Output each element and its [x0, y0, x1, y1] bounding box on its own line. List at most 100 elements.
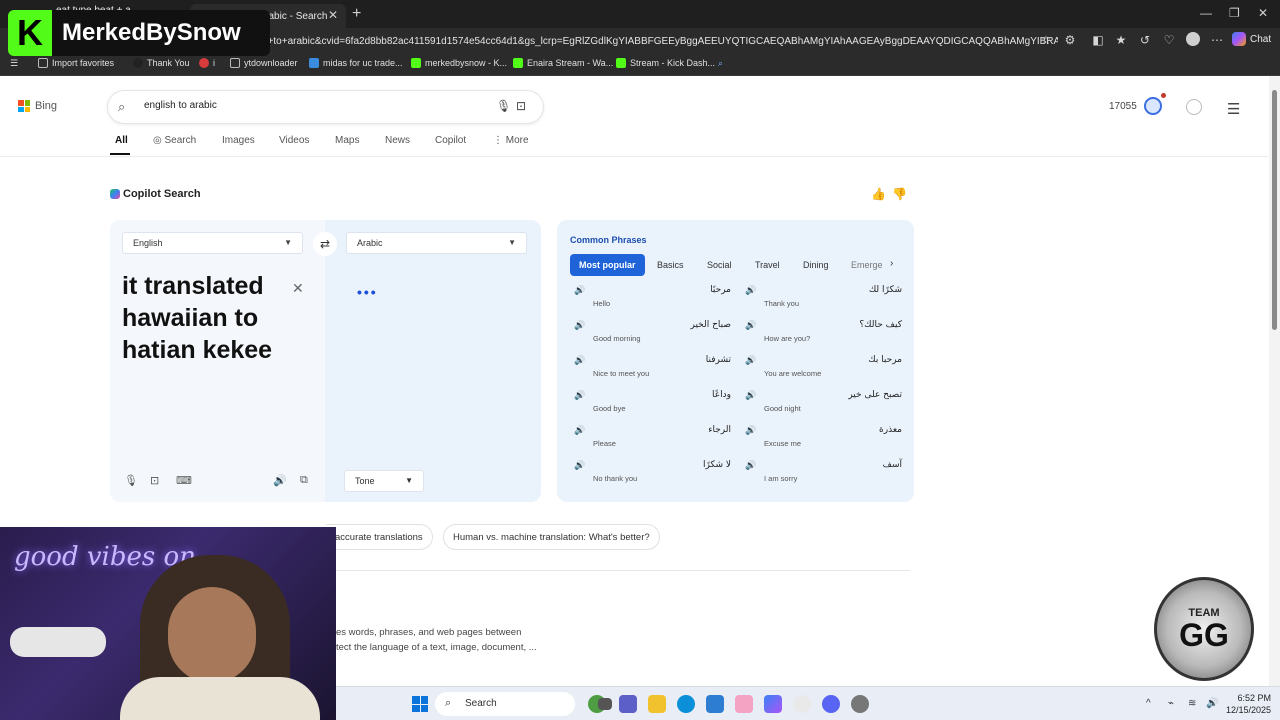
- close-tab-icon[interactable]: ✕: [328, 8, 338, 22]
- page-scrollbar[interactable]: [1269, 76, 1280, 686]
- taskbar-clock[interactable]: 6:52 PM 12/15/2025: [1226, 692, 1271, 716]
- tab-search[interactable]: ◎ Search: [153, 135, 196, 146]
- teams-icon[interactable]: [619, 695, 637, 713]
- new-tab-button[interactable]: +: [352, 5, 361, 23]
- speaker-icon[interactable]: 🔊: [574, 320, 585, 331]
- tab-copilot[interactable]: Copilot: [435, 135, 466, 146]
- tab-news[interactable]: News: [385, 135, 410, 146]
- chrome-icon[interactable]: [793, 695, 811, 713]
- split-screen-icon[interactable]: ◧: [1091, 33, 1105, 47]
- extensions-icon[interactable]: ⚙: [1063, 33, 1077, 47]
- phrase-item[interactable]: 🔊 لا شكرًا No thank you: [571, 460, 731, 494]
- phrase-item[interactable]: 🔊 آسف I am sorry: [742, 460, 902, 494]
- phrase-item[interactable]: 🔊 تشرفنا Nice to meet you: [571, 355, 731, 389]
- speaker-icon[interactable]: 🔊: [574, 460, 585, 471]
- browser-essentials-icon[interactable]: ♡: [1162, 33, 1176, 47]
- file-explorer-icon[interactable]: [648, 695, 666, 713]
- tab-images[interactable]: Images: [222, 135, 255, 146]
- favorites-icon[interactable]: ★: [1114, 33, 1128, 47]
- phrase-tab-most-popular[interactable]: Most popular: [570, 254, 645, 276]
- phrase-item[interactable]: 🔊 وداعًا Good bye: [571, 390, 731, 424]
- copilot-chat-button[interactable]: Chat: [1232, 32, 1271, 46]
- store-icon[interactable]: [706, 695, 724, 713]
- thumbs-up-icon[interactable]: 👍: [871, 187, 886, 201]
- tab-all[interactable]: All: [115, 135, 128, 146]
- tab-more[interactable]: ⋮ More: [493, 135, 529, 146]
- favorite-ytdownloader[interactable]: ytdownloader: [230, 58, 298, 68]
- discord-icon[interactable]: [822, 695, 840, 713]
- microphone-icon[interactable]: 🎙: [124, 474, 138, 487]
- pinned-app-icon[interactable]: [735, 695, 753, 713]
- thumbs-down-icon[interactable]: 👎: [892, 187, 907, 201]
- copilot-app-icon[interactable]: [764, 695, 782, 713]
- obs-icon[interactable]: [851, 695, 869, 713]
- phrase-tab-emergency[interactable]: Emerge: [851, 254, 885, 276]
- tray-chevron-icon[interactable]: ^: [1146, 698, 1151, 709]
- speaker-icon[interactable]: 🔊: [745, 320, 756, 331]
- edge-icon[interactable]: [677, 695, 695, 713]
- rewards-medal-icon[interactable]: [1144, 97, 1162, 115]
- speaker-icon[interactable]: 🔊: [273, 474, 287, 487]
- phrase-tab-dining[interactable]: Dining: [803, 254, 829, 276]
- speaker-icon[interactable]: 🔊: [574, 390, 585, 401]
- related-chip-accurate[interactable]: accurate translations: [326, 524, 433, 550]
- phrase-item[interactable]: 🔊 صباح الخير Good morning: [571, 320, 731, 354]
- phrase-item[interactable]: 🔊 مرحبًا Hello: [571, 285, 731, 319]
- favorite-star-icon[interactable]: ☆: [1039, 33, 1053, 47]
- search-icon[interactable]: ⌕: [118, 99, 125, 115]
- related-chip-human-vs-machine[interactable]: Human vs. machine translation: What's be…: [443, 524, 660, 550]
- tab-maps[interactable]: Maps: [335, 135, 359, 146]
- start-button[interactable]: [412, 696, 428, 712]
- favorite-i[interactable]: i: [199, 58, 215, 68]
- speaker-icon[interactable]: 🔊: [745, 285, 756, 296]
- favorite-merkedbysnow[interactable]: merkedbysnow - K...: [411, 58, 507, 68]
- url-field[interactable]: h+to+arabic&cvid=6fa2d8bb82ac411591d1574…: [262, 32, 1058, 52]
- favorite-stream-kick[interactable]: Stream - Kick Dash...: [616, 58, 715, 68]
- phrase-tab-travel[interactable]: Travel: [755, 254, 780, 276]
- phrase-item[interactable]: 🔊 شكرًا لك Thank you: [742, 285, 902, 319]
- network-icon[interactable]: ⌁: [1168, 698, 1174, 709]
- favorite-thank-you[interactable]: Thank You: [133, 58, 190, 68]
- favorite-enaira[interactable]: Enaira Stream - Wa...: [513, 58, 613, 68]
- scrollbar-thumb[interactable]: [1272, 90, 1277, 330]
- speaker-icon[interactable]: 🔊: [745, 390, 756, 401]
- search-input[interactable]: english to arabic: [144, 100, 217, 111]
- swap-languages-button[interactable]: ⇄: [313, 232, 337, 256]
- source-text-input[interactable]: it translated hawaiian to hatian kekee: [122, 270, 292, 366]
- phrase-item[interactable]: 🔊 الرجاء Please: [571, 425, 731, 459]
- close-window-icon[interactable]: ✕: [1258, 6, 1268, 20]
- speaker-icon[interactable]: 🔊: [574, 425, 585, 436]
- phrase-item[interactable]: 🔊 معذرة Excuse me: [742, 425, 902, 459]
- target-language-select[interactable]: Arabic ▼: [346, 232, 527, 254]
- user-icon[interactable]: [1186, 99, 1202, 115]
- rewards-points[interactable]: 17055: [1109, 101, 1137, 112]
- phrase-tab-basics[interactable]: Basics: [657, 254, 684, 276]
- speaker-icon[interactable]: 🔊: [745, 460, 756, 471]
- wifi-icon[interactable]: ≋: [1188, 698, 1196, 709]
- visual-search-icon[interactable]: ⊡: [516, 99, 526, 113]
- task-view-icon[interactable]: [598, 698, 612, 710]
- keyboard-icon[interactable]: ⌨: [176, 474, 192, 487]
- maximize-icon[interactable]: ❐: [1229, 6, 1240, 20]
- search-box[interactable]: ⌕ english to arabic 🎙 ⊡: [108, 91, 543, 123]
- taskbar-search[interactable]: ⌕ Search: [435, 692, 575, 716]
- bing-logo[interactable]: Bing: [18, 100, 57, 112]
- phrase-tab-social[interactable]: Social: [707, 254, 732, 276]
- copy-icon[interactable]: ⧉: [300, 474, 308, 487]
- tone-select[interactable]: Tone ▼: [344, 470, 424, 492]
- speaker-icon[interactable]: 🔊: [745, 355, 756, 366]
- speaker-icon[interactable]: 🔊: [574, 355, 585, 366]
- chevron-right-icon[interactable]: ›: [890, 258, 893, 269]
- volume-icon[interactable]: 🔊: [1206, 698, 1218, 709]
- phrase-item[interactable]: 🔊 تصبح على خير Good night: [742, 390, 902, 424]
- phrase-item[interactable]: 🔊 كيف حالك؟ How are you?: [742, 320, 902, 354]
- settings-menu-icon[interactable]: ⋯: [1210, 33, 1224, 47]
- minimize-icon[interactable]: —: [1200, 6, 1212, 20]
- speaker-icon[interactable]: 🔊: [745, 425, 756, 436]
- favorite-search[interactable]: ⌕: [718, 58, 728, 68]
- favorite-midas[interactable]: midas for uc trade...: [309, 58, 403, 68]
- favorite-import[interactable]: Import favorites: [38, 58, 114, 68]
- history-icon[interactable]: ↺: [1138, 33, 1152, 47]
- tab-videos[interactable]: Videos: [279, 135, 309, 146]
- source-language-select[interactable]: English ▼: [122, 232, 303, 254]
